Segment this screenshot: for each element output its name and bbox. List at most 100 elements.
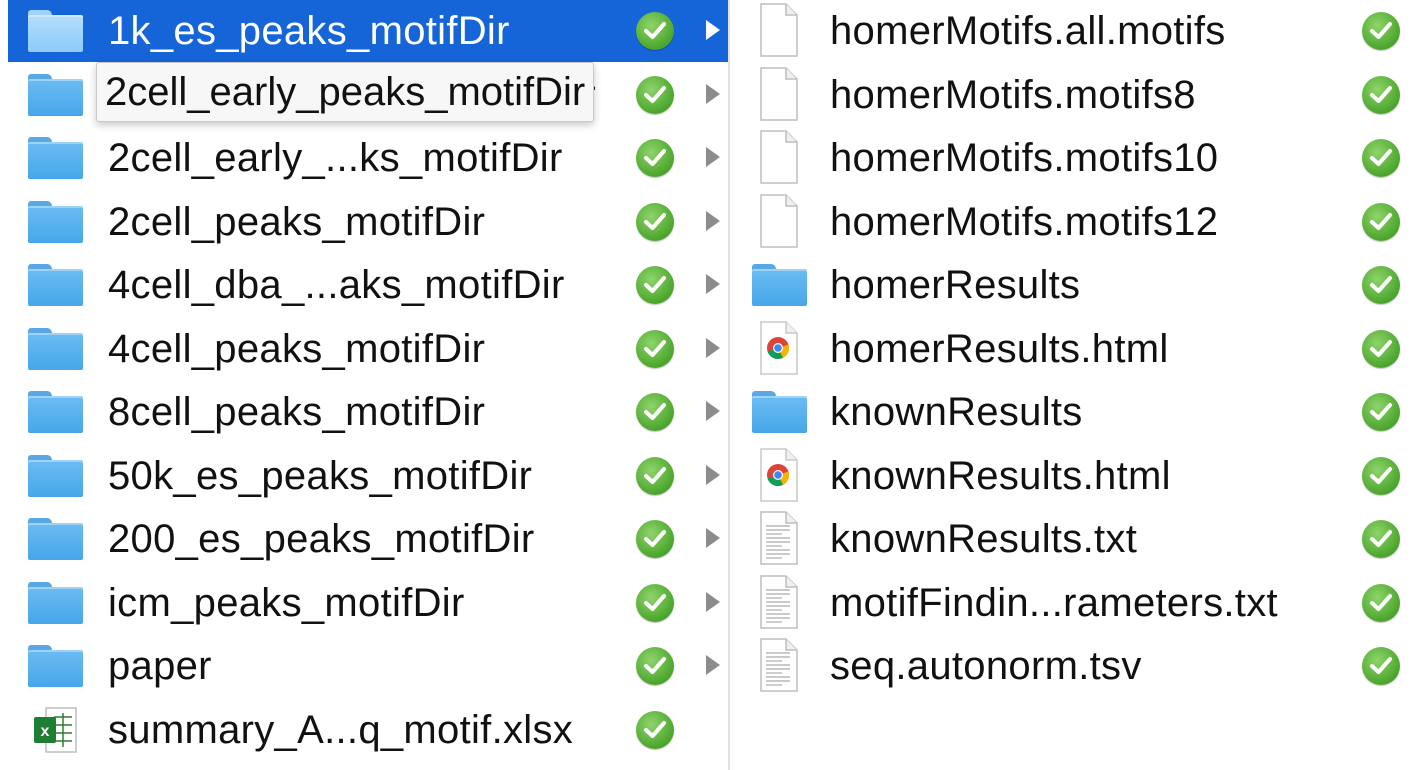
file-row[interactable]: homerMotifs.motifs12 (730, 191, 1420, 253)
sync-check-icon (1362, 266, 1400, 304)
item-name: knownResults.txt (830, 517, 1138, 561)
folder-icon (28, 200, 83, 243)
sync-check-icon (1362, 329, 1400, 368)
item-name: icm_peaks_motifDir (108, 580, 465, 625)
folder-icon (752, 264, 807, 306)
sync-check-icon (1362, 393, 1400, 431)
item-name: motifFindin...rameters.txt (830, 580, 1278, 625)
chevron-right-icon[interactable] (706, 210, 720, 231)
sync-check-icon (1362, 202, 1400, 241)
text-document-icon (758, 510, 800, 566)
text-document-icon (758, 574, 800, 630)
chrome-html-icon (758, 320, 800, 376)
item-name: 1k_es_peaks_motifDir (108, 9, 510, 53)
item-name: 50k_es_peaks_motifDir (108, 453, 533, 498)
folder-row[interactable]: 2cell_peaks_motifDir (8, 191, 728, 253)
sync-check-icon (636, 202, 674, 241)
sync-check-icon (636, 75, 674, 114)
finder-column-view: 1k_es_peaks_motifDir 2cell_early_peaks_m… (0, 0, 1420, 770)
folder-icon (28, 73, 83, 116)
item-name: 8cell_peaks_motifDir (108, 390, 486, 434)
sync-check-icon (636, 139, 674, 177)
item-name: homerMotifs.motifs8 (830, 72, 1196, 117)
folder-row[interactable]: 2cell_early_...ks_motifDir (8, 127, 728, 189)
file-row[interactable]: seq.autonorm.tsv (730, 635, 1420, 697)
folder-row[interactable]: 4cell_dba_...aks_motifDir (8, 254, 728, 316)
item-name: homerMotifs.motifs10 (830, 136, 1219, 180)
right-column[interactable]: homerMotifs.all.motifs homerMotifs.motif… (730, 0, 1420, 770)
sync-check-icon (1362, 456, 1400, 495)
file-row[interactable]: homerMotifs.motifs8 (730, 64, 1420, 126)
folder-row[interactable]: 1k_es_peaks_motifDir (8, 0, 728, 62)
sync-check-icon (1362, 647, 1400, 685)
excel-icon: x (32, 705, 80, 755)
sync-check-icon (636, 456, 674, 495)
folder-icon (28, 327, 83, 370)
folder-row[interactable]: paper (8, 635, 728, 697)
sync-check-icon (636, 710, 674, 749)
file-row[interactable]: homerResults.html (730, 318, 1420, 380)
item-name: 2cell_peaks_motifDir (108, 199, 486, 244)
file-row[interactable]: motifFindin...rameters.txt (730, 572, 1420, 634)
sync-check-icon (636, 266, 674, 304)
file-row[interactable]: knownResults.txt (730, 508, 1420, 570)
document-icon (758, 129, 800, 185)
chevron-right-icon[interactable] (706, 147, 720, 167)
sync-check-icon (1362, 583, 1400, 622)
chevron-right-icon[interactable] (706, 20, 720, 40)
sync-check-icon (636, 647, 674, 685)
folder-icon (28, 391, 83, 433)
document-icon (758, 2, 800, 58)
item-name: summary_A...q_motif.xlsx (108, 707, 574, 752)
sync-check-icon (1362, 520, 1400, 558)
folder-icon (28, 581, 83, 624)
folder-row[interactable]: knownResults (730, 381, 1420, 443)
sync-check-icon (636, 12, 674, 50)
sync-check-icon (1362, 139, 1400, 177)
file-row[interactable]: knownResults.html (730, 445, 1420, 507)
text-document-icon (758, 637, 800, 693)
item-name: homerMotifs.motifs12 (830, 199, 1219, 244)
document-icon (758, 66, 800, 122)
chevron-right-icon[interactable] (706, 464, 720, 485)
folder-row[interactable]: 4cell_peaks_motifDir (8, 318, 728, 380)
chevron-right-icon[interactable] (706, 528, 720, 548)
sync-check-icon (1362, 75, 1400, 114)
folder-row[interactable]: homerResults (730, 254, 1420, 316)
folder-icon (28, 10, 83, 52)
chevron-right-icon[interactable] (706, 274, 720, 294)
folder-row[interactable]: 50k_es_peaks_motifDir (8, 445, 728, 507)
folder-icon (28, 264, 83, 306)
item-name: paper (108, 644, 212, 688)
file-row[interactable]: x summary_A...q_motif.xlsx (8, 699, 728, 761)
folder-icon (28, 454, 83, 497)
folder-icon (28, 518, 83, 560)
chevron-right-icon[interactable] (706, 401, 720, 421)
sync-check-icon (1362, 12, 1400, 50)
item-name: 4cell_dba_...aks_motifDir (108, 263, 565, 307)
document-icon (758, 193, 800, 249)
chevron-right-icon[interactable] (706, 337, 720, 358)
file-row[interactable]: homerMotifs.motifs10 (730, 127, 1420, 189)
item-name: homerMotifs.all.motifs (830, 9, 1226, 53)
file-row[interactable]: homerMotifs.all.motifs (730, 0, 1420, 62)
item-name: 2cell_early_...ks_motifDir (108, 136, 563, 180)
item-name: homerResults.html (830, 326, 1169, 371)
chevron-right-icon[interactable] (706, 655, 720, 675)
item-name: homerResults (830, 263, 1081, 307)
folder-row[interactable]: icm_peaks_motifDir (8, 572, 728, 634)
folder-row[interactable]: 8cell_peaks_motifDir (8, 381, 728, 443)
chevron-right-icon[interactable] (706, 591, 720, 612)
chevron-right-icon[interactable] (706, 83, 720, 104)
item-name: 4cell_peaks_motifDir (108, 326, 486, 371)
item-name: knownResults.html (830, 453, 1171, 498)
folder-row[interactable]: 200_es_peaks_motifDir (8, 508, 728, 570)
sync-check-icon (636, 329, 674, 368)
svg-text:x: x (41, 723, 50, 740)
item-name: seq.autonorm.tsv (830, 644, 1142, 688)
folder-icon (28, 645, 83, 687)
folder-icon (28, 137, 83, 179)
sync-check-icon (636, 520, 674, 558)
item-name: 200_es_peaks_motifDir (108, 517, 535, 561)
filename-tooltip: 2cell_early_peaks_motifDir (96, 62, 595, 122)
